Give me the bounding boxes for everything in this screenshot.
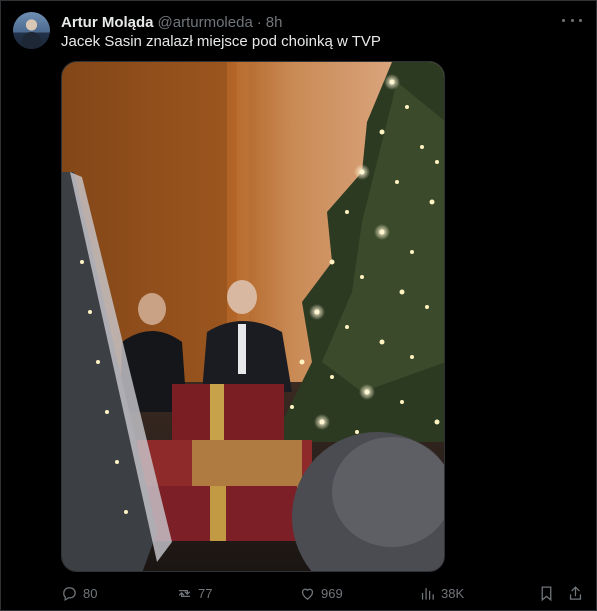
view-count: 38K	[441, 585, 465, 601]
tweet-card[interactable]: Artur Moląda @arturmoleda · 8h Jacek Sas…	[0, 0, 597, 611]
photo-scene	[62, 62, 444, 571]
separator-dot: ·	[256, 13, 262, 31]
bookmark-icon	[541, 585, 552, 601]
repost-icon	[178, 589, 191, 597]
reply-icon	[63, 586, 76, 601]
repost-button[interactable]: 77	[176, 583, 212, 603]
share-icon	[569, 585, 582, 600]
reply-count: 80	[83, 585, 98, 601]
tweet-photo[interactable]	[61, 61, 445, 572]
reply-button[interactable]: 80	[61, 583, 97, 603]
avatar[interactable]	[13, 12, 50, 49]
more-options-icon[interactable]	[562, 13, 582, 27]
like-count: 969	[321, 585, 343, 601]
timestamp[interactable]: 8h	[266, 14, 283, 31]
tweet-text: Jacek Sasin znalazł miejsce pod choinką …	[61, 33, 381, 50]
like-button[interactable]: 969	[299, 583, 343, 603]
share-button[interactable]	[567, 583, 584, 603]
author-handle[interactable]: @arturmoleda	[158, 14, 253, 31]
author-name[interactable]: Artur Moląda	[61, 14, 154, 31]
heart-icon	[301, 588, 314, 600]
views-button[interactable]: 38K	[419, 583, 464, 603]
tweet-header: Artur Moląda @arturmoleda · 8h	[61, 12, 282, 32]
action-bar: 80 77 969 38K	[61, 583, 586, 603]
bookmark-button[interactable]	[538, 583, 555, 603]
repost-count: 77	[198, 585, 213, 601]
bar-chart-icon	[421, 587, 434, 600]
